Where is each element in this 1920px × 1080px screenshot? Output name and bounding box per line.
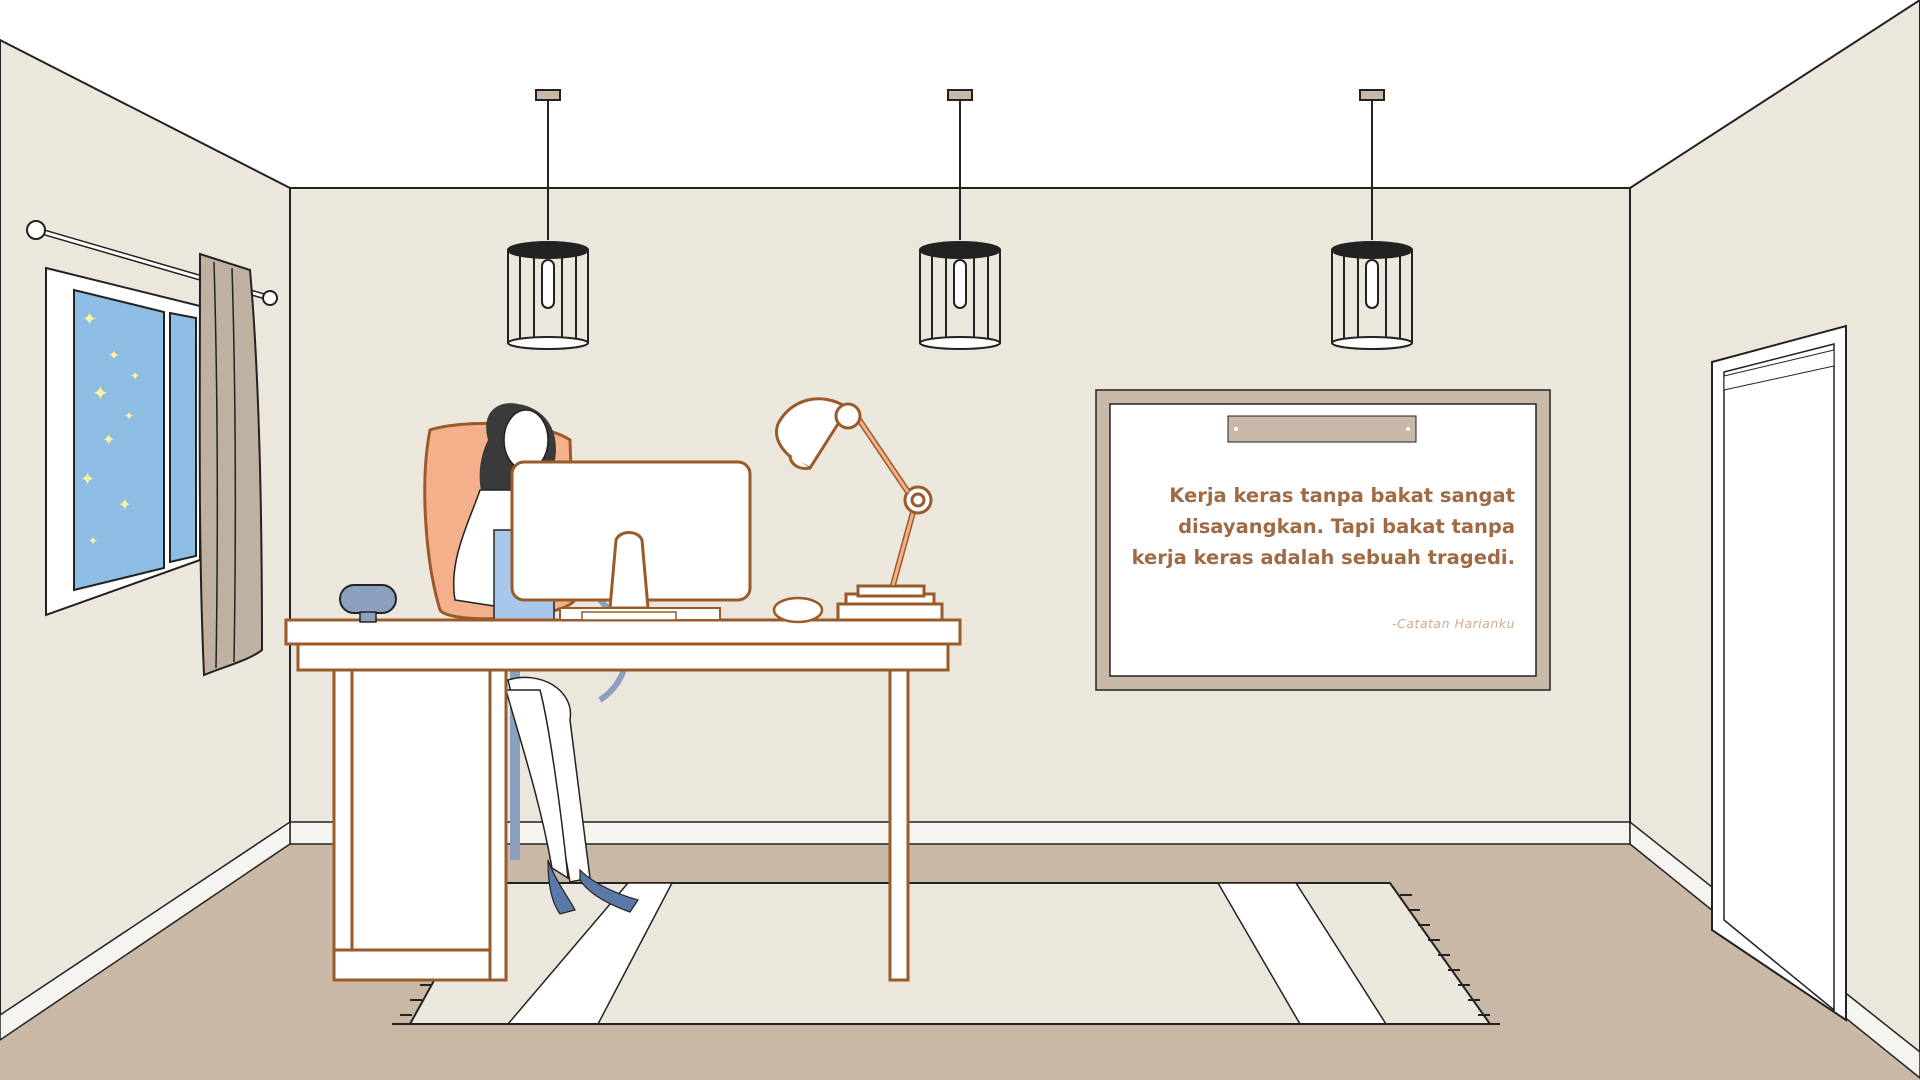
mouse-icon bbox=[772, 596, 824, 624]
office-room-illustration: ✦ ✦ ✦ ✦ ✦ ✦ ✦ ✦ ✦ bbox=[0, 0, 1920, 1080]
svg-text:✦: ✦ bbox=[102, 430, 115, 449]
motivational-quote: Kerja keras tanpa bakat sangat disayangk… bbox=[1120, 480, 1515, 573]
quote-author: -Catatan Harianku bbox=[1392, 616, 1515, 631]
svg-text:✦: ✦ bbox=[92, 381, 109, 405]
quote-line-3: kerja keras adalah sebuah tragedi. bbox=[1131, 546, 1515, 569]
monitor-icon bbox=[510, 460, 752, 621]
svg-text:✦: ✦ bbox=[118, 495, 131, 514]
svg-text:✦: ✦ bbox=[124, 409, 134, 423]
svg-text:✦: ✦ bbox=[88, 534, 98, 548]
svg-text:✦: ✦ bbox=[130, 369, 140, 383]
frame-plaque bbox=[1227, 415, 1417, 443]
svg-text:✦: ✦ bbox=[108, 348, 120, 364]
svg-text:✦: ✦ bbox=[80, 469, 95, 490]
window-icon: ✦ ✦ ✦ ✦ ✦ ✦ ✦ ✦ ✦ bbox=[45, 266, 201, 617]
door-icon bbox=[1711, 324, 1847, 1022]
quote-line-2: disayangkan. Tapi bakat tanpa bbox=[1178, 515, 1515, 538]
quote-line-1: Kerja keras tanpa bakat sangat bbox=[1169, 484, 1515, 507]
svg-text:✦: ✦ bbox=[82, 309, 97, 330]
